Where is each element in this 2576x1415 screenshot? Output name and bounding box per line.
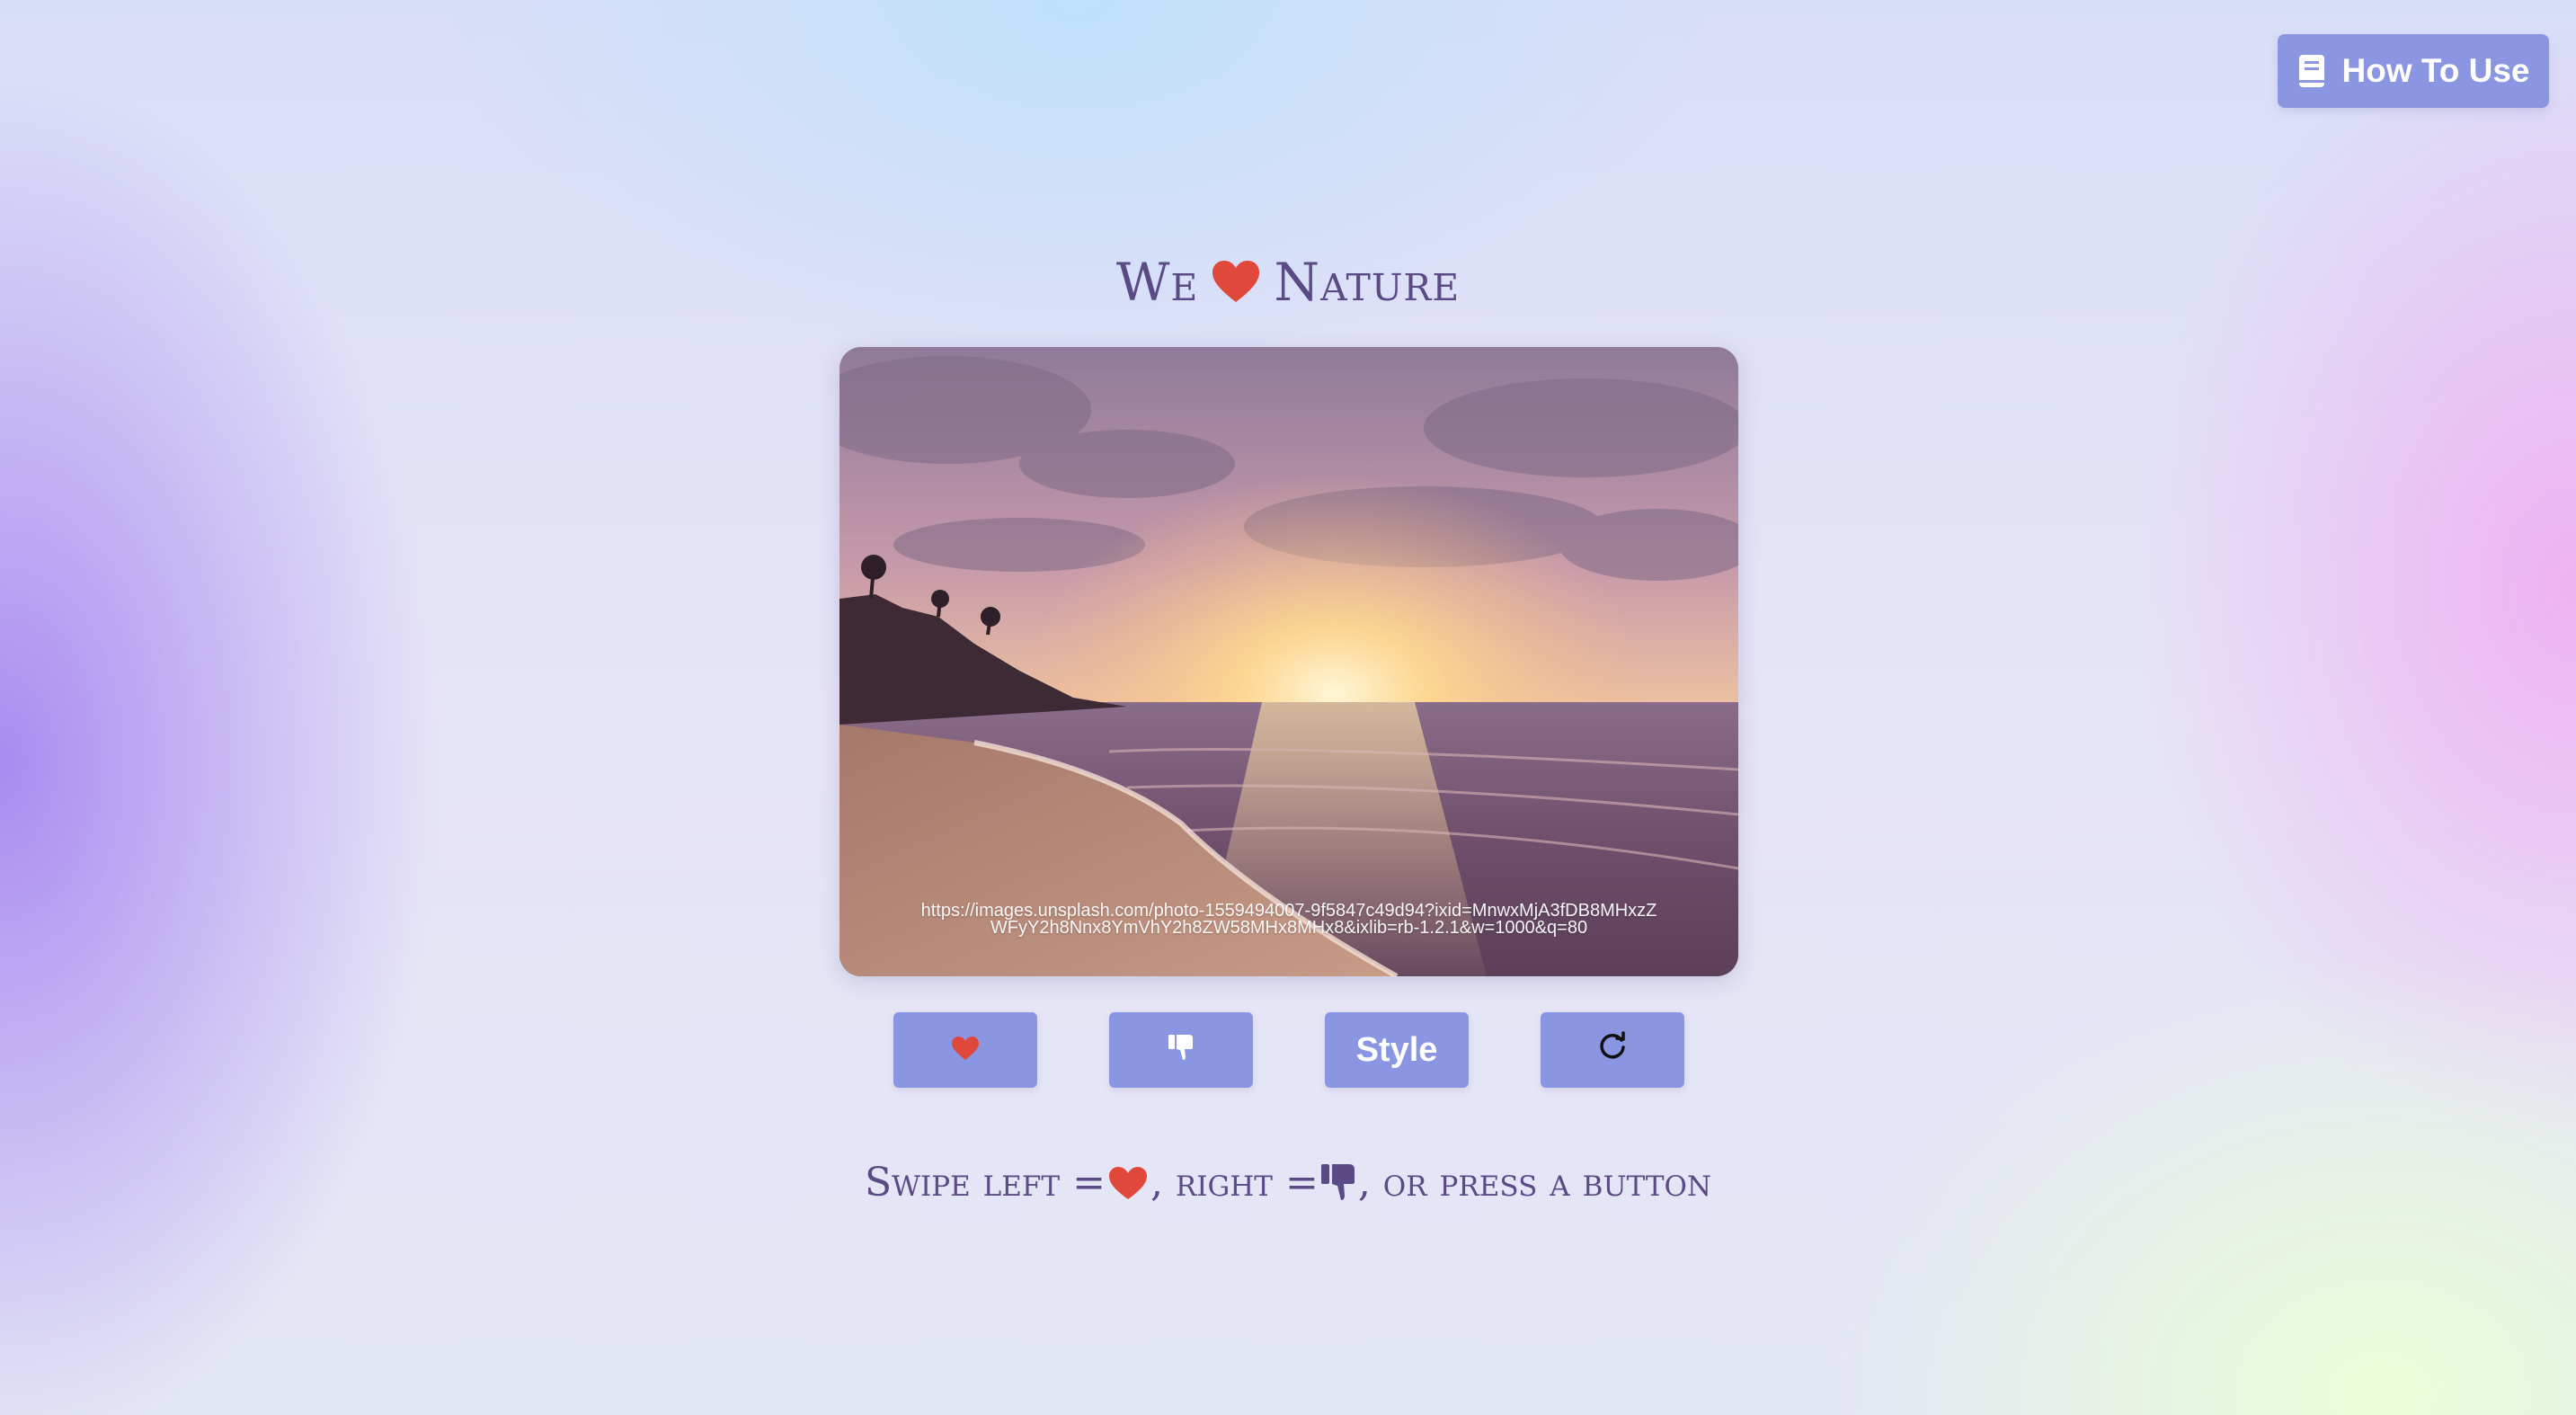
refresh-button[interactable] bbox=[1541, 1012, 1684, 1088]
instructions-part1: Swipe left = bbox=[864, 1160, 1106, 1206]
instructions-part2: , right = bbox=[1150, 1160, 1319, 1206]
nature-photo bbox=[839, 347, 1738, 976]
book-icon bbox=[2297, 53, 2326, 89]
page-title: We Nature bbox=[0, 252, 2576, 313]
like-button[interactable] bbox=[893, 1012, 1037, 1088]
heart-icon bbox=[951, 1031, 980, 1070]
heart-icon bbox=[1211, 255, 1261, 302]
refresh-icon bbox=[1596, 1029, 1629, 1071]
instructions-part3: , or press a button bbox=[1357, 1160, 1712, 1206]
style-button-label: Style bbox=[1355, 1030, 1438, 1069]
nature-photo-card[interactable]: https://images.unsplash.com/photo-155949… bbox=[839, 347, 1738, 976]
title-suffix: Nature bbox=[1274, 252, 1461, 313]
style-button[interactable]: Style bbox=[1325, 1012, 1469, 1088]
how-to-use-button[interactable]: How To Use bbox=[2278, 34, 2549, 108]
thumbs-down-icon bbox=[1320, 1163, 1356, 1211]
swipe-instructions: Swipe left = , right = , or press a button bbox=[0, 1160, 2576, 1211]
photo-url-caption: https://images.unsplash.com/photo-155949… bbox=[920, 901, 1657, 938]
dislike-button[interactable] bbox=[1109, 1012, 1253, 1088]
title-prefix: We bbox=[1115, 252, 1199, 313]
how-to-use-label: How To Use bbox=[2341, 52, 2530, 89]
controls-bar: Style bbox=[893, 1012, 1684, 1088]
thumbs-down-icon bbox=[1168, 1031, 1195, 1070]
heart-icon bbox=[1107, 1165, 1149, 1211]
